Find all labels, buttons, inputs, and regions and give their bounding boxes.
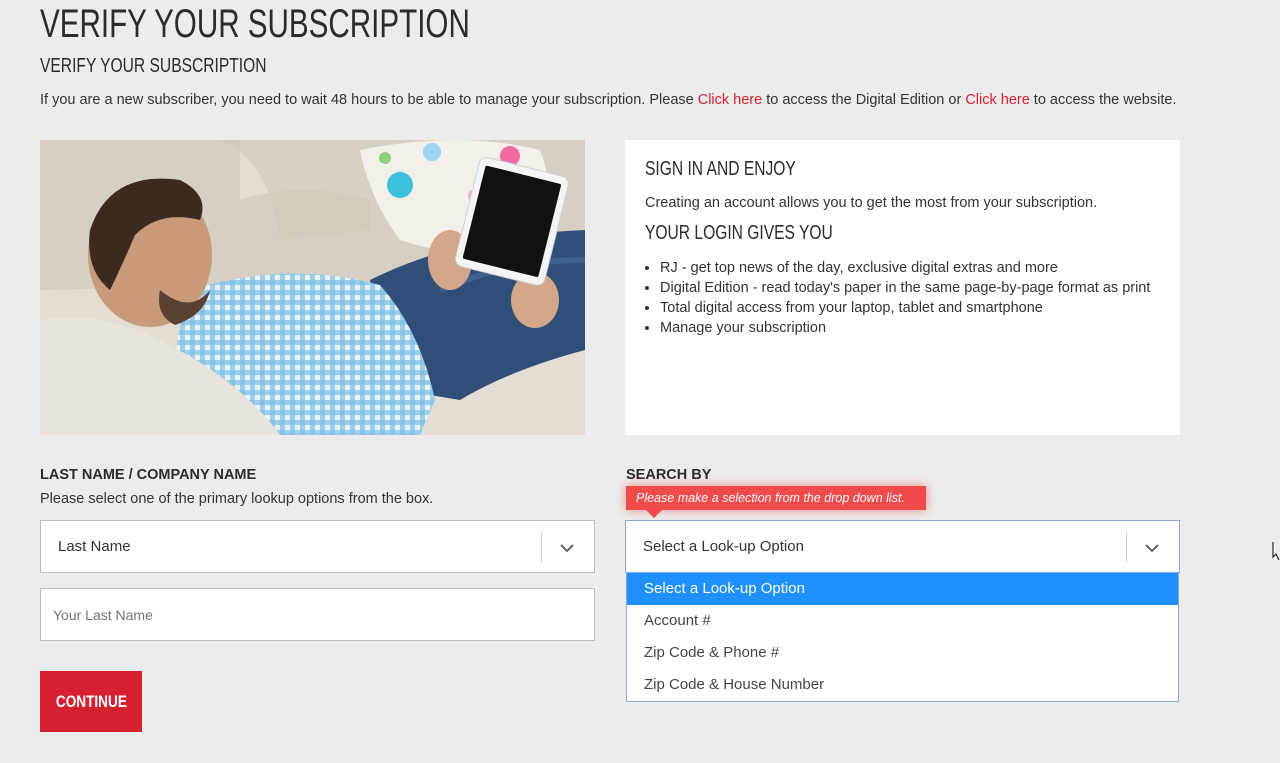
benefits-list: RJ - get top news of the day, exclusive … [660,258,1160,338]
website-link[interactable]: Click here [965,92,1029,108]
chevron-down-icon [1145,544,1159,553]
list-item: Total digital access from your laptop, t… [660,298,1160,318]
intro-text-1: If you are a new subscriber, you need to… [40,92,698,108]
continue-button[interactable]: CONTINUE [40,671,142,732]
intro-text-2: to access the Digital Edition or [762,92,966,108]
hero-image [40,140,585,435]
section-subtitle: VERIFY YOUR SUBSCRIPTION [40,55,267,77]
mouse-cursor-icon [1272,542,1280,561]
option-account[interactable]: Account # [627,605,1178,637]
lastname-type-value: Last Name [58,538,131,555]
tooltip-tail [646,510,662,518]
digital-edition-link[interactable]: Click here [698,92,762,108]
intro-text: If you are a new subscriber, you need to… [40,90,1180,110]
lastname-label: LAST NAME / COMPANY NAME [40,467,257,483]
login-benefits-panel: SIGN IN AND ENJOY Creating an account al… [625,140,1180,435]
option-select-lookup[interactable]: Select a Look-up Option [627,573,1178,605]
search-by-value: Select a Look-up Option [643,538,804,555]
list-item: Manage your subscription [660,318,1160,338]
search-by-label: SEARCH BY [626,467,712,483]
select-divider [1126,532,1127,562]
search-by-options: Select a Look-up Option Account # Zip Co… [626,573,1179,702]
help-text: Please select one of the primary lookup … [40,491,434,507]
lastname-type-select[interactable]: Last Name [40,520,595,573]
panel-text: Creating an account allows you to get th… [645,195,1098,211]
continue-label: CONTINUE [55,691,127,711]
panel-heading-sign-in: SIGN IN AND ENJOY [645,158,796,180]
select-divider [541,532,542,562]
page-title: VERIFY YOUR SUBSCRIPTION [40,2,470,46]
list-item: RJ - get top news of the day, exclusive … [660,258,1160,278]
search-by-select[interactable]: Select a Look-up Option [625,520,1180,573]
tooltip-text: Please make a selection from the drop do… [636,491,905,505]
panel-heading-login: YOUR LOGIN GIVES YOU [645,222,833,244]
list-item: Digital Edition - read today's paper in … [660,278,1160,298]
man-with-tablet-illustration [40,140,585,435]
chevron-down-icon [560,544,574,553]
lastname-input[interactable] [40,588,595,641]
option-zip-house[interactable]: Zip Code & House Number [627,669,1178,701]
validation-tooltip: Please make a selection from the drop do… [626,486,926,518]
option-zip-phone[interactable]: Zip Code & Phone # [627,637,1178,669]
intro-text-3: to access the website. [1029,92,1177,108]
